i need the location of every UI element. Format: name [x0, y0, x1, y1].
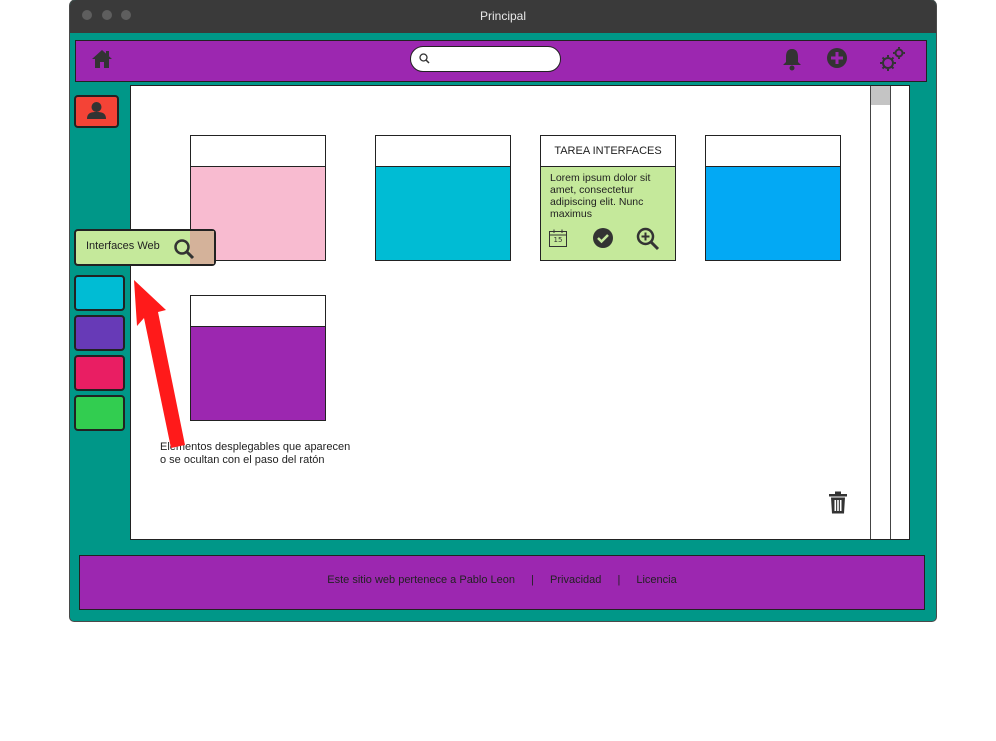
sidebar-item-green[interactable] [74, 395, 125, 431]
license-link[interactable]: Licencia [636, 574, 676, 586]
popup-label: Interfaces Web [86, 240, 160, 252]
card-title: TAREA INTERFACES [541, 136, 675, 167]
card-header [376, 136, 510, 167]
footer: Este sitio web pertenece a Pablo Leon | … [79, 555, 925, 610]
privacy-link[interactable]: Privacidad [550, 574, 601, 586]
check-circle-icon[interactable] [592, 227, 614, 249]
main-content-panel: TAREA INTERFACES Lorem ipsum dolor sit a… [130, 85, 910, 540]
card-header [191, 136, 325, 167]
search-input[interactable] [435, 50, 554, 68]
gears-icon[interactable] [878, 44, 908, 74]
user-profile-button[interactable] [74, 95, 119, 128]
card-description: Lorem ipsum dolor sit amet, consectetur … [550, 172, 651, 220]
card-body [376, 167, 510, 260]
top-navigation-bar [75, 40, 927, 82]
sidebar-item-pink[interactable] [74, 355, 125, 391]
sidebar-item-purple[interactable] [74, 315, 125, 351]
footer-separator: | [531, 574, 534, 586]
app-window: Principal TAREA INTERFACES Lorem ipsum d… [70, 0, 936, 621]
search-icon [419, 53, 430, 64]
annotation-arrow [134, 280, 185, 448]
vertical-scrollbar[interactable] [870, 86, 891, 539]
card-actions: 15 [547, 227, 671, 251]
task-card[interactable] [705, 135, 841, 261]
window-title: Principal [479, 9, 527, 23]
footer-owner-text: Este sitio web pertenece a Pablo Leon [327, 574, 516, 586]
home-icon[interactable] [90, 47, 114, 71]
search-bar[interactable] [410, 46, 561, 72]
bell-icon[interactable] [780, 46, 804, 72]
footer-links: Este sitio web pertenece a Pablo Leon | … [80, 574, 924, 586]
scrollbar-thumb[interactable] [871, 86, 890, 105]
task-card[interactable] [190, 295, 326, 421]
task-card[interactable] [375, 135, 511, 261]
sidebar-hover-popup[interactable]: Interfaces Web [74, 229, 216, 266]
user-icon [87, 102, 106, 119]
task-card-expanded[interactable]: TAREA INTERFACES Lorem ipsum dolor sit a… [540, 135, 676, 261]
card-body [706, 167, 840, 260]
card-body [191, 327, 325, 420]
zoom-in-icon[interactable] [636, 227, 660, 251]
search-icon[interactable] [173, 238, 195, 264]
calendar-day: 15 [553, 236, 563, 244]
card-header [706, 136, 840, 167]
card-body: Lorem ipsum dolor sit amet, consectetur … [541, 167, 675, 260]
calendar-icon[interactable]: 15 [548, 228, 568, 248]
card-header [191, 296, 325, 327]
sidebar-item-cyan[interactable] [74, 275, 125, 311]
plus-circle-icon[interactable] [825, 46, 849, 70]
title-bar: Principal [70, 0, 936, 33]
trash-icon[interactable] [828, 491, 848, 515]
annotation-line-2: o se ocultan con el paso del ratón [160, 454, 325, 466]
footer-separator: | [617, 574, 621, 586]
